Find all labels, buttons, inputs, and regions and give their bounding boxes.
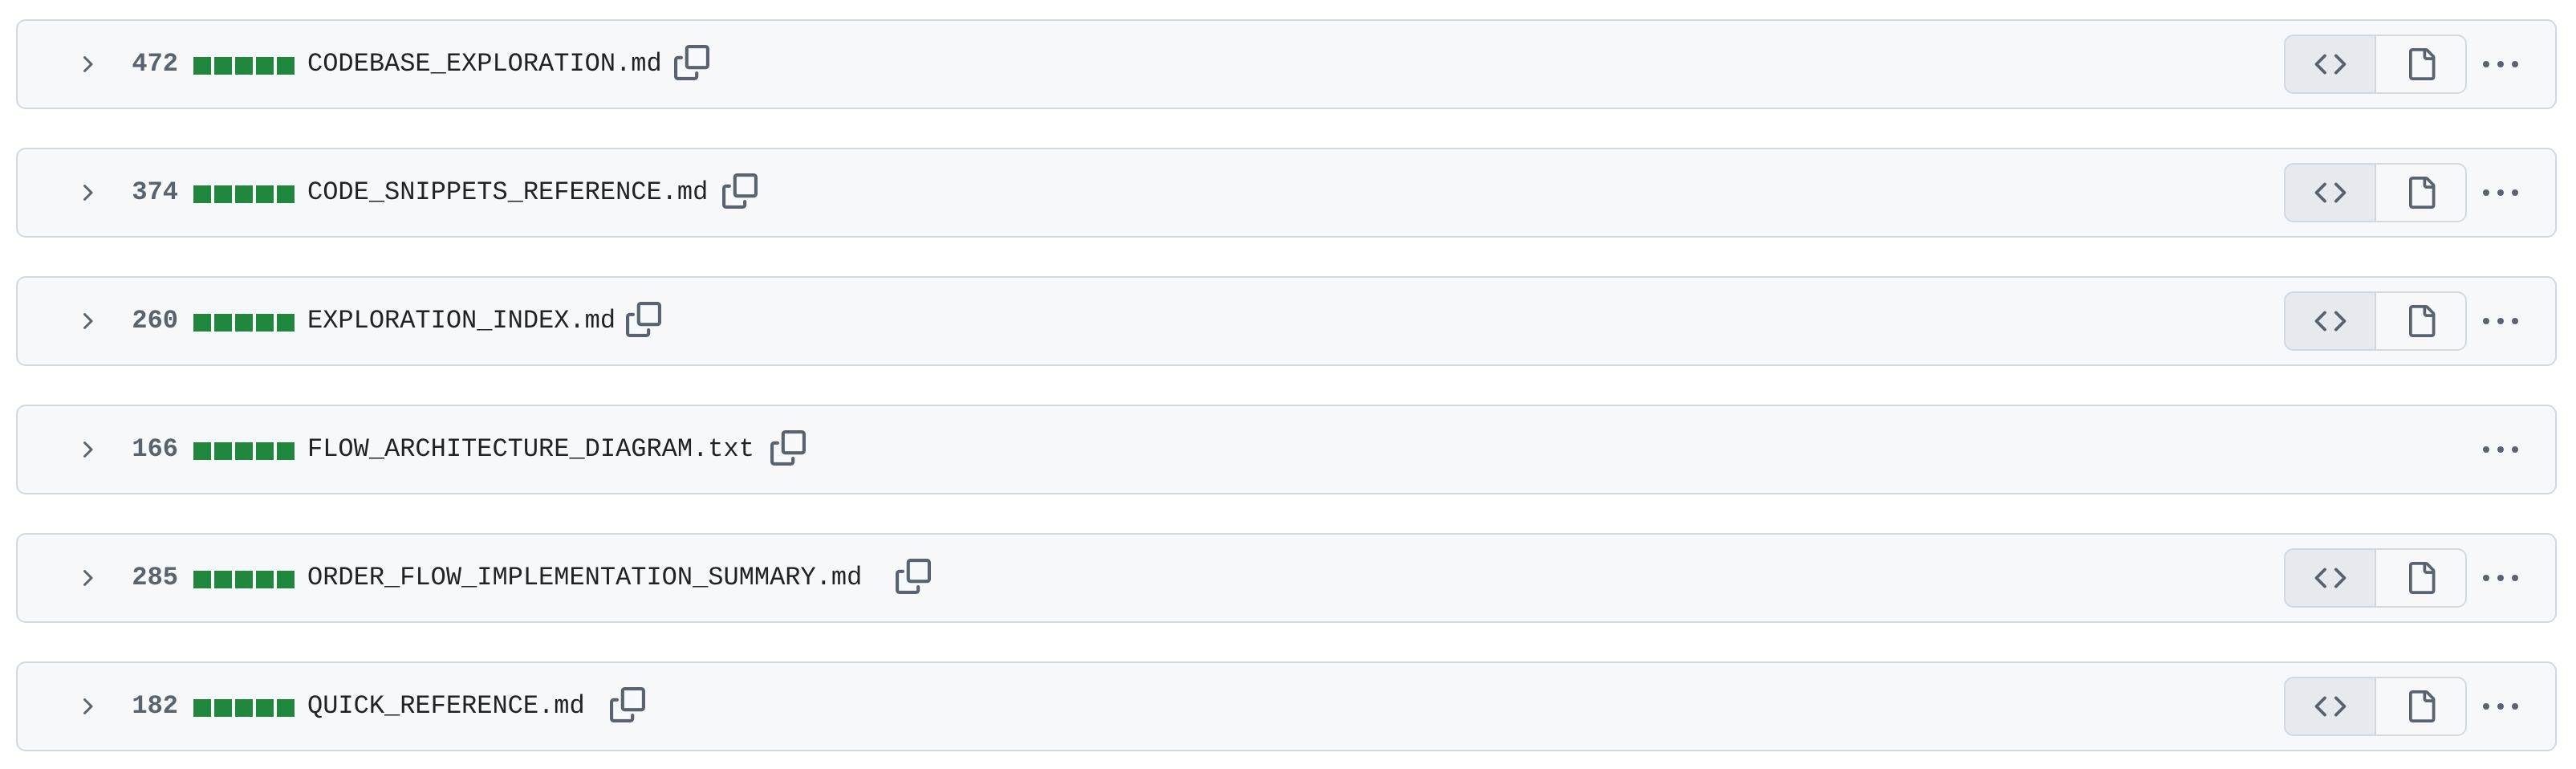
copy-icon[interactable] [721,172,759,210]
file-icon[interactable] [2376,293,2465,349]
copy-icon[interactable] [624,300,663,339]
diffstat-block-added [193,314,211,332]
diffstat-block-added [214,571,232,588]
diffstat-block-added [214,185,232,203]
diffstat-block-added [214,699,232,717]
expand-chevron-icon[interactable] [67,430,106,469]
diffstat-block-added [193,699,211,717]
file-name-link[interactable]: CODE_SNIPPETS_REFERENCE.md [307,149,708,236]
diffstat-block-added [256,57,274,75]
code-icon[interactable] [2285,550,2376,606]
diffstat-block-added [277,57,295,75]
file-icon[interactable] [2376,550,2465,606]
file-name-link[interactable]: QUICK_REFERENCE.md [307,663,585,750]
file-name-link[interactable]: ORDER_FLOW_IMPLEMENTATION_SUMMARY.md [307,535,862,621]
diffstat-block-added [193,571,211,588]
diffstat-block-added [235,185,253,203]
copy-icon[interactable] [769,429,807,467]
file-header: 260 EXPLORATION_INDEX.md [16,276,2557,366]
diffstat-block-added [193,185,211,203]
expand-chevron-icon[interactable] [67,302,106,340]
kebab-horizontal-icon[interactable] [2478,300,2523,342]
diffstat-block-added [256,185,274,203]
lines-changed-count: 166 [132,434,178,464]
diffstat-block-added [256,314,274,332]
lines-changed-count: 374 [132,177,178,207]
code-icon[interactable] [2285,678,2376,734]
diffstat [193,699,295,717]
file-header: 285 ORDER_FLOW_IMPLEMENTATION_SUMMARY.md [16,533,2557,623]
diffstat-block-added [277,699,295,717]
view-toggle [2284,677,2467,736]
lines-changed-count: 472 [132,49,178,79]
kebab-horizontal-icon[interactable] [2478,172,2523,214]
code-icon[interactable] [2285,165,2376,221]
copy-icon[interactable] [894,557,932,596]
diffstat [193,442,295,460]
changed-files-list: 472 CODEBASE_EXPLORATION.md 374 CODE_SNI… [0,0,2576,769]
diffstat-block-added [193,442,211,460]
diffstat-block-added [256,442,274,460]
copy-icon[interactable] [608,686,647,724]
file-name-link[interactable]: EXPLORATION_INDEX.md [307,278,616,364]
diffstat [193,571,295,588]
diffstat-block-added [193,57,211,75]
diffstat-block-added [235,442,253,460]
file-icon[interactable] [2376,36,2465,92]
diffstat-block-added [277,571,295,588]
view-toggle [2284,291,2467,351]
file-icon[interactable] [2376,165,2465,221]
file-name-link[interactable]: FLOW_ARCHITECTURE_DIAGRAM.txt [307,406,754,493]
code-icon[interactable] [2285,293,2376,349]
expand-chevron-icon[interactable] [67,45,106,83]
diffstat-block-added [214,442,232,460]
diffstat-block-added [214,314,232,332]
diffstat [193,185,295,203]
diffstat-block-added [277,442,295,460]
lines-changed-count: 285 [132,563,178,592]
diffstat-block-added [235,314,253,332]
code-icon[interactable] [2285,36,2376,92]
file-name-link[interactable]: CODEBASE_EXPLORATION.md [307,21,662,108]
diffstat-block-added [277,185,295,203]
kebab-horizontal-icon[interactable] [2478,43,2523,85]
diffstat [193,57,295,75]
expand-chevron-icon[interactable] [67,559,106,597]
file-header: 182 QUICK_REFERENCE.md [16,661,2557,751]
diffstat-block-added [235,571,253,588]
view-toggle [2284,548,2467,608]
file-icon[interactable] [2376,678,2465,734]
lines-changed-count: 182 [132,691,178,721]
diffstat-block-added [277,314,295,332]
diffstat-block-added [256,571,274,588]
diffstat-block-added [235,57,253,75]
kebab-horizontal-icon[interactable] [2478,429,2523,470]
kebab-horizontal-icon[interactable] [2478,557,2523,599]
copy-icon[interactable] [672,43,711,82]
diffstat-block-added [235,699,253,717]
view-toggle [2284,163,2467,222]
file-header: 472 CODEBASE_EXPLORATION.md [16,19,2557,109]
expand-chevron-icon[interactable] [67,173,106,212]
file-header: 374 CODE_SNIPPETS_REFERENCE.md [16,148,2557,238]
diffstat [193,314,295,332]
diffstat-block-added [256,699,274,717]
file-header: 166 FLOW_ARCHITECTURE_DIAGRAM.txt [16,405,2557,494]
kebab-horizontal-icon[interactable] [2478,686,2523,727]
expand-chevron-icon[interactable] [67,687,106,726]
view-toggle [2284,35,2467,94]
lines-changed-count: 260 [132,306,178,336]
diffstat-block-added [214,57,232,75]
